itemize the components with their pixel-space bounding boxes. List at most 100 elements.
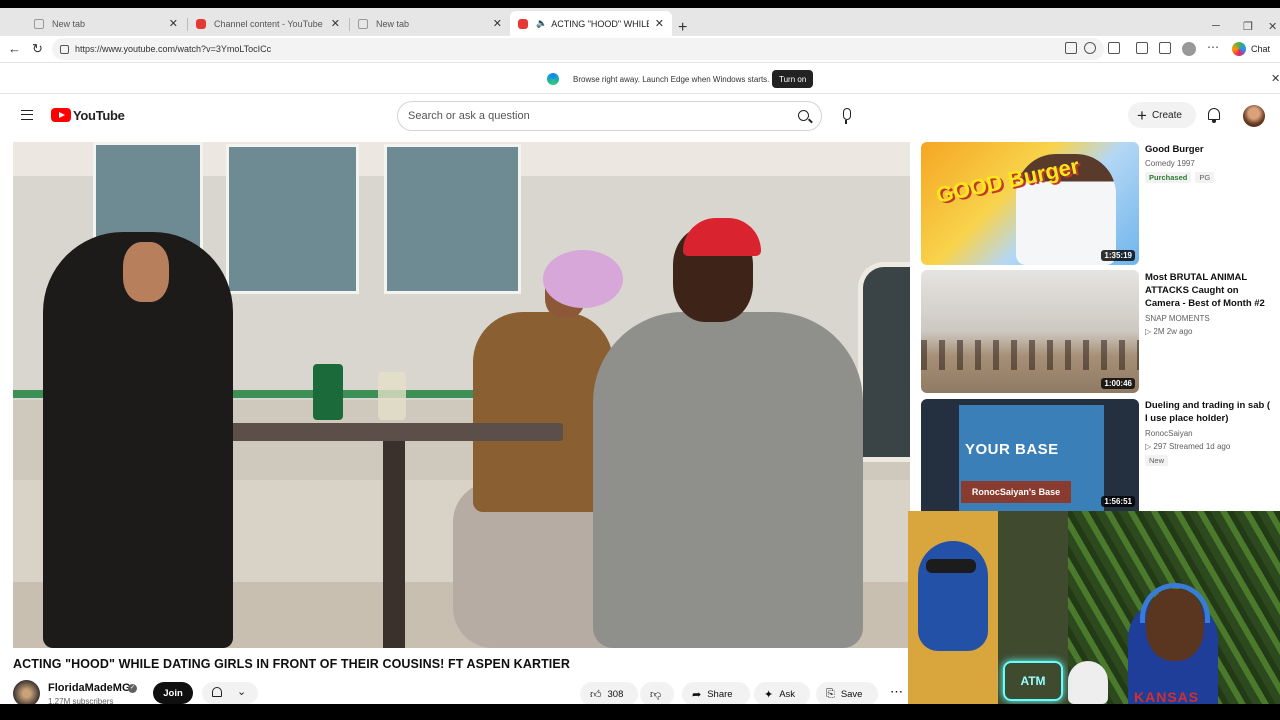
close-icon[interactable]: ✕ bbox=[169, 17, 178, 30]
search-icon[interactable] bbox=[798, 110, 809, 121]
profile-icon[interactable] bbox=[1182, 42, 1196, 56]
tab-label: New tab bbox=[52, 18, 86, 29]
menu-icon[interactable] bbox=[21, 110, 33, 120]
browser-essentials-icon[interactable] bbox=[1136, 42, 1148, 54]
recommended-title[interactable]: Good Burger bbox=[1145, 143, 1273, 156]
page-icon bbox=[34, 18, 44, 29]
minimize-icon[interactable]: ─ bbox=[1212, 20, 1220, 32]
channel-name[interactable]: FloridaMadeMG bbox=[48, 682, 131, 694]
screen: New tab ✕ Channel content - YouTube Stud… bbox=[0, 0, 1280, 720]
site-info-icon[interactable] bbox=[60, 44, 69, 54]
refresh-icon[interactable]: ↻ bbox=[32, 41, 43, 57]
recommended-channel[interactable]: RonocSaiyan bbox=[1145, 429, 1193, 438]
window-close-icon[interactable]: ✕ bbox=[1268, 20, 1277, 33]
turn-on-button[interactable]: Turn on bbox=[772, 70, 814, 88]
address-bar-row: ← ↻ https://www.youtube.com/watch?v=3Ymo… bbox=[0, 36, 1280, 62]
apps-icon[interactable] bbox=[1065, 42, 1077, 54]
subscribed-button[interactable]: ⌄ bbox=[202, 682, 258, 704]
ask-button[interactable]: ✦ Ask bbox=[754, 682, 810, 706]
verified-check-icon: ✓ bbox=[128, 684, 137, 693]
bookmark-icon: ⎘ bbox=[826, 687, 835, 700]
like-count: 308 bbox=[607, 688, 624, 700]
maximize-icon[interactable]: ❐ bbox=[1243, 20, 1253, 33]
avatar[interactable] bbox=[1243, 105, 1265, 127]
close-icon[interactable]: ✕ bbox=[1271, 72, 1280, 85]
thumbs-up-icon: 👍︎ bbox=[590, 688, 602, 701]
youtube-studio-icon bbox=[196, 18, 206, 29]
recommended-title[interactable]: Dueling and trading in sab ( I use place… bbox=[1145, 399, 1273, 425]
cam-shirt-text: KANSAS bbox=[1134, 689, 1200, 704]
tab-youtube-video[interactable]: 🔈 ACTING "HOOD" WHILE DATIN ✕ bbox=[510, 11, 672, 36]
bottom-border bbox=[0, 704, 1280, 720]
top-border bbox=[0, 0, 1280, 8]
tab-label: New tab bbox=[376, 18, 410, 29]
scene-man bbox=[593, 312, 863, 648]
share-button[interactable]: ➦ Share bbox=[682, 682, 750, 706]
cam-penguin-plush bbox=[918, 541, 988, 651]
rating-badge: PG bbox=[1195, 172, 1215, 183]
dislike-button[interactable]: 👎︎ bbox=[640, 682, 674, 706]
bell-icon bbox=[212, 687, 222, 697]
thumb-subtitle-art: RonocSaiyan's Base bbox=[961, 481, 1071, 503]
video-player[interactable] bbox=[13, 142, 910, 648]
tab-youtube-studio[interactable]: Channel content - YouTube Studio ✕ bbox=[188, 11, 348, 36]
youtube-logo-text[interactable]: YouTube bbox=[73, 108, 125, 123]
recommended-thumbnail[interactable]: YOUR BASE RonocSaiyan's Base 1:56:51 bbox=[921, 399, 1139, 511]
back-arrow-icon[interactable]: ← bbox=[8, 41, 21, 56]
recommended-meta: Comedy 1997 bbox=[1145, 159, 1195, 168]
channel-avatar[interactable] bbox=[13, 680, 40, 707]
purchased-badge: Purchased bbox=[1145, 172, 1192, 183]
favorites-icon[interactable] bbox=[1159, 42, 1171, 54]
join-button[interactable]: Join bbox=[153, 682, 193, 704]
speaker-icon[interactable]: 🔈 bbox=[536, 18, 547, 29]
cam-figurine bbox=[1068, 661, 1108, 704]
copilot-icon[interactable] bbox=[1232, 42, 1246, 56]
recommended-badges: Purchased PG bbox=[1145, 172, 1218, 183]
more-actions-icon[interactable]: ⋯ bbox=[890, 684, 903, 700]
url-text: https://www.youtube.com/watch?v=3YmoLToc… bbox=[75, 44, 272, 54]
close-icon[interactable]: ✕ bbox=[493, 17, 502, 30]
recommended-thumbnail[interactable]: 1:00:46 bbox=[921, 270, 1139, 393]
more-options-icon[interactable]: ⋯ bbox=[1207, 40, 1219, 54]
recommended-thumbnail[interactable]: GOOD Burger 1:35:19 bbox=[921, 142, 1139, 265]
search-input[interactable]: Search or ask a question bbox=[397, 101, 822, 131]
duration-badge: 1:00:46 bbox=[1101, 378, 1135, 389]
chat-label[interactable]: Chat bbox=[1251, 44, 1270, 54]
save-button[interactable]: ⎘ Save bbox=[816, 682, 878, 706]
scene-table bbox=[203, 423, 563, 441]
scene-bonnet bbox=[543, 250, 623, 308]
tab-label: Channel content - YouTube Studio bbox=[214, 18, 325, 29]
new-badge: New bbox=[1145, 455, 1169, 466]
like-button[interactable]: 👍︎ 308 bbox=[580, 682, 638, 706]
page-icon bbox=[358, 18, 368, 29]
scene-cup bbox=[313, 364, 343, 420]
url-field[interactable]: https://www.youtube.com/watch?v=3YmoLToc… bbox=[52, 38, 1104, 60]
cam-sunglasses bbox=[926, 559, 976, 573]
thumb-title-art: YOUR BASE bbox=[965, 441, 1059, 458]
scene-window bbox=[226, 144, 359, 294]
favorite-star-icon[interactable] bbox=[1084, 42, 1096, 54]
notifications-bell-icon[interactable] bbox=[1208, 108, 1220, 123]
recommended-channel[interactable]: SNAP MOMENTS bbox=[1145, 314, 1210, 323]
youtube-logo-icon[interactable] bbox=[51, 108, 71, 122]
extensions-icon[interactable] bbox=[1108, 42, 1120, 54]
edge-logo-icon bbox=[547, 73, 559, 85]
scene-face-1 bbox=[123, 242, 169, 302]
youtube-icon bbox=[518, 18, 528, 29]
create-label: Create bbox=[1151, 109, 1182, 121]
thumbs-down-icon: 👎︎ bbox=[650, 688, 662, 701]
close-icon[interactable]: ✕ bbox=[331, 17, 340, 30]
close-icon[interactable]: ✕ bbox=[655, 17, 664, 30]
scene-table-leg bbox=[383, 441, 405, 648]
microphone-icon[interactable] bbox=[835, 101, 857, 131]
scene-girl-2 bbox=[473, 312, 613, 512]
webcam-overlay: ATM KANSAS bbox=[908, 511, 1280, 704]
recommended-title[interactable]: Most BRUTAL ANIMAL ATTACKS Caught on Cam… bbox=[1145, 271, 1273, 310]
new-tab-icon[interactable]: + bbox=[678, 20, 687, 36]
scene-window bbox=[384, 144, 521, 294]
create-button[interactable]: + Create bbox=[1128, 102, 1196, 128]
tab-new-tab-1[interactable]: New tab ✕ bbox=[26, 11, 186, 36]
tab-new-tab-2[interactable]: New tab ✕ bbox=[350, 11, 510, 36]
recommended-meta: ▷ 297 Streamed 1d ago bbox=[1145, 442, 1231, 451]
youtube-header: YouTube Search or ask a question + Creat… bbox=[0, 94, 1280, 138]
